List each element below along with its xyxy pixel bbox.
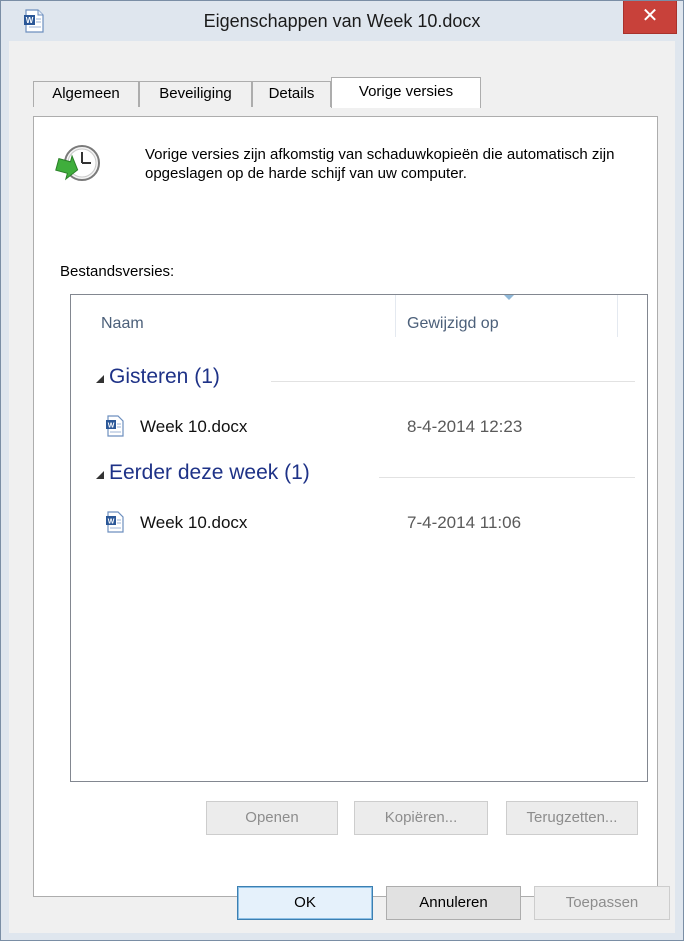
- apply-button[interactable]: Toepassen: [534, 886, 670, 920]
- title-bar[interactable]: W Eigenschappen van Week 10.docx ✕: [1, 1, 683, 41]
- dialog-body: Algemeen Beveiliging Details Vorige vers…: [9, 41, 675, 933]
- tab-details[interactable]: Details: [252, 81, 331, 107]
- close-icon: ✕: [641, 5, 659, 27]
- file-name: Week 10.docx: [140, 513, 248, 532]
- previous-versions-panel: Vorige versies zijn afkomstig van schadu…: [33, 116, 658, 897]
- list-item[interactable]: W Week 10.docx 8-4-2014 12:23: [71, 415, 647, 441]
- file-modified-date: 7-4-2014 11:06: [407, 513, 522, 532]
- group-header-eerder-deze-week[interactable]: Eerder deze week (1): [71, 461, 647, 491]
- column-divider[interactable]: [395, 295, 396, 337]
- open-button[interactable]: Openen: [206, 801, 338, 835]
- group-separator-line: [271, 381, 635, 382]
- svg-text:W: W: [108, 423, 115, 430]
- tab-label: Vorige versies: [358, 83, 454, 100]
- group-title: Gisteren (1): [109, 365, 220, 388]
- restore-clock-icon: [55, 145, 100, 181]
- ok-button[interactable]: OK: [237, 886, 373, 920]
- copy-button[interactable]: Kopiëren...: [354, 801, 488, 835]
- tab-label: Details: [268, 85, 315, 102]
- file-versions-label: Bestandsversies:: [60, 263, 175, 280]
- collapse-triangle-icon[interactable]: [96, 375, 104, 383]
- tab-label: Beveiliging: [159, 85, 232, 102]
- svg-text:W: W: [108, 519, 115, 526]
- tab-beveiliging[interactable]: Beveiliging: [139, 81, 252, 107]
- file-modified-date: 8-4-2014 12:23: [407, 417, 523, 436]
- group-separator-line: [379, 477, 635, 478]
- cancel-button[interactable]: Annuleren: [386, 886, 521, 920]
- window-title: Eigenschappen van Week 10.docx: [203, 11, 481, 31]
- properties-window: W Eigenschappen van Week 10.docx ✕ Algem…: [0, 0, 684, 941]
- tab-label: Algemeen: [52, 85, 120, 102]
- tab-algemeen[interactable]: Algemeen: [33, 81, 139, 107]
- file-versions-list[interactable]: Naam Gewijzigd op Gisteren (1) W Week 10…: [70, 294, 648, 782]
- collapse-triangle-icon[interactable]: [96, 471, 104, 479]
- list-item[interactable]: W Week 10.docx 7-4-2014 11:06: [71, 511, 647, 537]
- column-header-name[interactable]: Naam: [101, 315, 144, 333]
- word-document-icon: W: [106, 511, 124, 533]
- group-title: Eerder deze week (1): [109, 461, 310, 484]
- column-header-modified[interactable]: Gewijzigd op: [407, 315, 499, 333]
- restore-button[interactable]: Terugzetten...: [506, 801, 638, 835]
- tab-vorige-versies[interactable]: Vorige versies: [331, 77, 481, 108]
- word-document-icon: W: [106, 415, 124, 437]
- close-button[interactable]: ✕: [623, 1, 677, 34]
- file-name: Week 10.docx: [140, 417, 248, 436]
- info-description: Vorige versies zijn afkomstig van schadu…: [145, 146, 615, 182]
- column-divider[interactable]: [617, 295, 618, 337]
- sort-descending-icon: [504, 295, 514, 300]
- group-header-gisteren[interactable]: Gisteren (1): [71, 365, 647, 395]
